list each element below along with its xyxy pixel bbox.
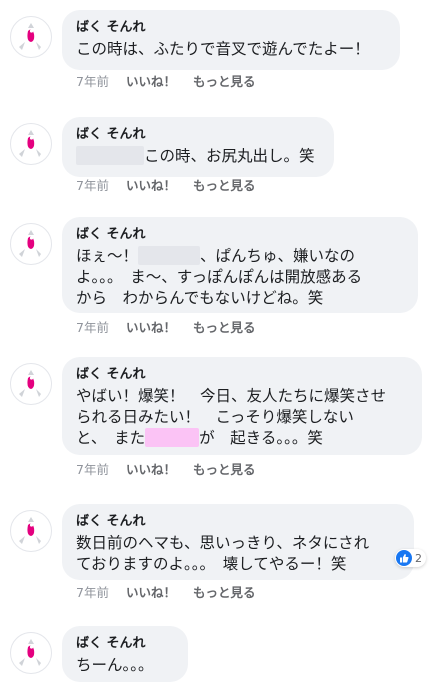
comment-timestamp[interactable]: 7年前 [76,462,109,477]
like-button[interactable]: いいね！ [126,74,176,89]
comment-author[interactable]: ばく そんれ [76,126,321,143]
comment-actions: 7年前 いいね！ もっと見る [76,178,255,194]
comment-text: ちーん。。。 [76,655,175,676]
comment-text-line: ほぇ〜！ 、ぱんちゅ、嫌いなの [76,246,405,267]
comment-text-line: この時は、ふたりで音叉で遊んでたよー！ [76,39,387,60]
comment-item: ばく そんれ 数日前のヘマも、思いっきり、ネタにされ ておりますのよ。。。 壊してや… [0,504,442,603]
comment-text-segment: から わからんでもないけどね。笑 [76,289,324,307]
comment-text-line: と、 また が 起きる。。。笑 [76,428,409,449]
comment-text-segment: 、ぱんちゅ、嫌いなの [200,247,356,265]
avatar[interactable] [10,510,52,552]
comment-item: ばく そんれ この時、お尻丸出し。笑 7年前 いいね！ もっと見る [0,117,442,196]
comment-text-segment: よ。。。 ま〜、すっぽんぽんは開放感ある [76,268,363,286]
avatar[interactable] [10,363,52,405]
comment-bubble: ばく そんれ やばい！爆笑！ 今日、友人たちに爆笑させ られる日みたい！ こっそり爆… [62,357,422,455]
comment-text-line: から わからんでもないけどね。笑 [76,288,405,309]
see-more-button[interactable]: もっと見る [193,462,256,477]
comment-author[interactable]: ばく そんれ [76,19,387,36]
comment-author[interactable]: ばく そんれ [76,635,175,652]
see-more-button[interactable]: もっと見る [193,74,256,89]
like-button[interactable]: いいね！ [126,320,176,335]
comment-bubble: ばく そんれ 数日前のヘマも、思いっきり、ネタにされ ておりますのよ。。。 壊してや… [62,504,414,580]
avatar[interactable] [10,223,52,265]
comment-timestamp[interactable]: 7年前 [76,74,109,89]
comment-text: やばい！爆笑！ 今日、友人たちに爆笑させ られる日みたい！ こっそり爆笑しない と、… [76,386,409,449]
comment-text: この時、お尻丸出し。笑 [76,146,321,167]
avatar[interactable] [10,632,52,674]
comment-text-line: ちーん。。。 [76,655,175,676]
comment-timestamp[interactable]: 7年前 [76,585,109,600]
comment-text-line: られる日みたい！ こっそり爆笑しない [76,407,409,428]
see-more-button[interactable]: もっと見る [193,178,256,193]
comment-thread: ばく そんれ この時は、ふたりで音叉で遊んでたよー！ 7年前 いいね！ もっと見る ばく … [0,0,442,691]
comment-timestamp[interactable]: 7年前 [76,320,109,335]
comment-text-segment: と、 また [76,429,146,447]
redacted-name [76,146,144,165]
comment-text-line: この時、お尻丸出し。笑 [76,146,321,167]
comment-text: 数日前のヘマも、思いっきり、ネタにされ ておりますのよ。。。 壊してやるー！笑 [76,533,401,575]
comment-text-segment: 数日前のヘマも、思いっきり、ネタにされ [76,534,370,552]
comment-bubble: ばく そんれこの時、お尻丸出し。笑 [62,117,334,177]
comment-item: ばく そんれ ちーん。。。 [0,626,442,682]
comment-item: ばく そんれ やばい！爆笑！ 今日、友人たちに爆笑させ られる日みたい！ こっそり爆… [0,357,442,480]
comment-author[interactable]: ばく そんれ [76,513,401,530]
comment-text-line: 数日前のヘマも、思いっきり、ネタにされ [76,533,401,554]
comment-actions: 7年前 いいね！ もっと見る [76,462,255,478]
comment-actions: 7年前 いいね！ もっと見る [76,320,255,336]
comment-item: ばく そんれ この時は、ふたりで音叉で遊んでたよー！ 7年前 いいね！ もっと見る [0,10,442,92]
comment-author[interactable]: ばく そんれ [76,226,405,243]
reaction-summary[interactable]: 2 [395,549,426,567]
comment-text-segment: この時は、ふたりで音叉で遊んでたよー！ [76,40,370,58]
like-icon [396,550,412,566]
like-button[interactable]: いいね！ [126,462,176,477]
comment-bubble: ばく そんれ ちーん。。。 [62,626,188,682]
comment-text: この時は、ふたりで音叉で遊んでたよー！ [76,39,387,60]
comment-text-segment: られる日みたい！ こっそり爆笑しない [76,408,354,426]
comment-text-line: やばい！爆笑！ 今日、友人たちに爆笑させ [76,386,409,407]
comment-text-segment: が 起きる。。。笑 [199,429,323,447]
like-button[interactable]: いいね！ [126,178,176,193]
comment-text-line: ておりますのよ。。。 壊してやるー！笑 [76,554,401,575]
comment-actions: 7年前 いいね！ もっと見る [76,585,255,601]
reaction-count: 2 [415,551,422,565]
redacted-name [145,428,200,447]
comment-bubble: ばく そんれ この時は、ふたりで音叉で遊んでたよー！ [62,10,400,70]
redacted-name [138,246,201,265]
comment-bubble: ばく そんれ ほぇ〜！ 、ぱんちゅ、嫌いなのよ。。。 ま〜、すっぽんぽんは開放感ある… [62,217,418,313]
comment-item: ばく そんれ ほぇ〜！ 、ぱんちゅ、嫌いなのよ。。。 ま〜、すっぽんぽんは開放感ある… [0,217,442,338]
comment-author[interactable]: ばく そんれ [76,366,409,383]
avatar[interactable] [10,16,52,58]
comment-text-segment: ちーん。。。 [76,656,154,674]
comment-text-segment: この時、お尻丸出し。笑 [144,147,315,165]
comment-actions: 7年前 いいね！ もっと見る [76,74,255,90]
comment-text-segment: ほぇ〜！ [76,247,139,265]
see-more-button[interactable]: もっと見る [193,320,256,335]
like-button[interactable]: いいね！ [126,585,176,600]
comment-text: ほぇ〜！ 、ぱんちゅ、嫌いなのよ。。。 ま〜、すっぽんぽんは開放感ある から わから… [76,246,405,309]
comment-timestamp[interactable]: 7年前 [76,178,109,193]
comment-text-segment: ておりますのよ。。。 壊してやるー！笑 [76,555,347,573]
avatar[interactable] [10,123,52,165]
comment-text-segment: やばい！爆笑！ 今日、友人たちに爆笑させ [76,387,387,405]
comment-text-line: よ。。。 ま〜、すっぽんぽんは開放感ある [76,267,405,288]
see-more-button[interactable]: もっと見る [193,585,256,600]
